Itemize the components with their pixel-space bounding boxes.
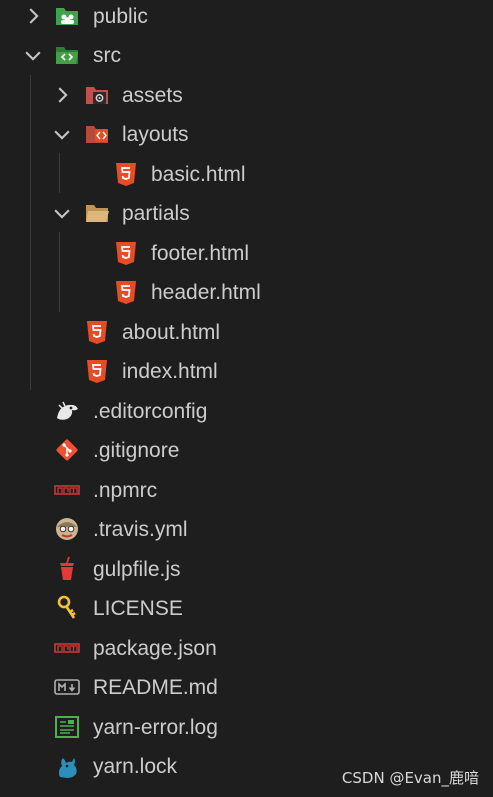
tree-item-index-html[interactable]: index.html bbox=[0, 352, 493, 391]
tree-item-basic-html[interactable]: basic.html bbox=[0, 155, 493, 194]
tree-item-travis-yml[interactable]: .travis.yml bbox=[0, 510, 493, 549]
src-folder-icon bbox=[56, 47, 78, 64]
tree-item-editorconfig[interactable]: .editorconfig bbox=[0, 392, 493, 431]
tree-item-about-html[interactable]: about.html bbox=[0, 313, 493, 352]
tree-item-label: basic.html bbox=[151, 163, 246, 186]
html5-icon bbox=[116, 242, 136, 265]
chevron-down-icon[interactable] bbox=[51, 202, 73, 224]
tree-item-yarn-error-log[interactable]: yarn-error.log bbox=[0, 708, 493, 747]
tree-item-label: src bbox=[93, 44, 121, 67]
tree-item-label: about.html bbox=[122, 321, 221, 344]
gulp-icon bbox=[60, 556, 74, 580]
tree-item-layouts[interactable]: layouts bbox=[0, 115, 493, 154]
tree-item-package-json[interactable]: package.json bbox=[0, 629, 493, 668]
tree-item-label: public bbox=[93, 5, 148, 28]
chevron-down-icon[interactable] bbox=[22, 44, 44, 66]
tree-item-readme-md[interactable]: README.md bbox=[0, 668, 493, 707]
git-icon bbox=[56, 439, 78, 461]
tree-item-label: yarn-error.log bbox=[93, 716, 218, 739]
tree-item-gitignore[interactable]: .gitignore bbox=[0, 431, 493, 470]
editorconfig-icon bbox=[57, 401, 78, 420]
tree-item-label: layouts bbox=[122, 123, 189, 146]
chevron-right-icon[interactable] bbox=[22, 5, 44, 27]
folder-open-icon bbox=[86, 205, 109, 222]
tree-item-label: LICENSE bbox=[93, 597, 183, 620]
html5-icon bbox=[116, 163, 136, 186]
tree-item-label: header.html bbox=[151, 281, 261, 304]
tree-item-label: partials bbox=[122, 202, 190, 225]
tree-item-label: .gitignore bbox=[93, 439, 180, 462]
tree-item-label: yarn.lock bbox=[93, 755, 178, 778]
chevron-right-icon[interactable] bbox=[51, 84, 73, 106]
public-folder-icon bbox=[56, 8, 78, 25]
tree-item-label: package.json bbox=[93, 637, 217, 660]
tree-item-label: .editorconfig bbox=[93, 400, 208, 423]
npm-icon bbox=[54, 643, 80, 653]
tree-item-label: README.md bbox=[93, 676, 218, 699]
tree-item-label: gulpfile.js bbox=[93, 558, 181, 581]
travis-icon bbox=[56, 518, 78, 540]
html5-icon bbox=[87, 360, 107, 383]
tree-item-label: .travis.yml bbox=[93, 518, 188, 541]
watermark-text: CSDN @Evan_鹿喑 bbox=[341, 769, 479, 787]
tree-item-label: assets bbox=[122, 84, 183, 107]
tree-item-public[interactable]: public bbox=[0, 0, 493, 36]
tree-item-header-html[interactable]: header.html bbox=[0, 273, 493, 312]
html5-icon bbox=[87, 321, 107, 344]
log-icon bbox=[55, 716, 79, 738]
markdown-icon bbox=[54, 679, 80, 695]
tree-item-partials[interactable]: partials bbox=[0, 194, 493, 233]
chevron-down-icon[interactable] bbox=[51, 123, 73, 145]
tree-item-label: .npmrc bbox=[93, 479, 158, 502]
npm-icon bbox=[54, 485, 80, 495]
tree-item-label: footer.html bbox=[151, 242, 250, 265]
html5-icon bbox=[116, 281, 136, 304]
tree-item-npmrc[interactable]: .npmrc bbox=[0, 471, 493, 510]
license-key-icon bbox=[57, 595, 76, 619]
tree-item-src[interactable]: src bbox=[0, 36, 493, 75]
tree-item-assets[interactable]: assets bbox=[0, 76, 493, 115]
tree-item-license[interactable]: LICENSE bbox=[0, 589, 493, 628]
yarn-icon bbox=[58, 758, 77, 778]
tree-item-footer-html[interactable]: footer.html bbox=[0, 234, 493, 273]
tree-item-gulpfile-js[interactable]: gulpfile.js bbox=[0, 550, 493, 589]
layouts-folder-icon bbox=[86, 126, 108, 143]
tree-item-label: index.html bbox=[122, 360, 218, 383]
assets-folder-icon bbox=[86, 87, 108, 104]
